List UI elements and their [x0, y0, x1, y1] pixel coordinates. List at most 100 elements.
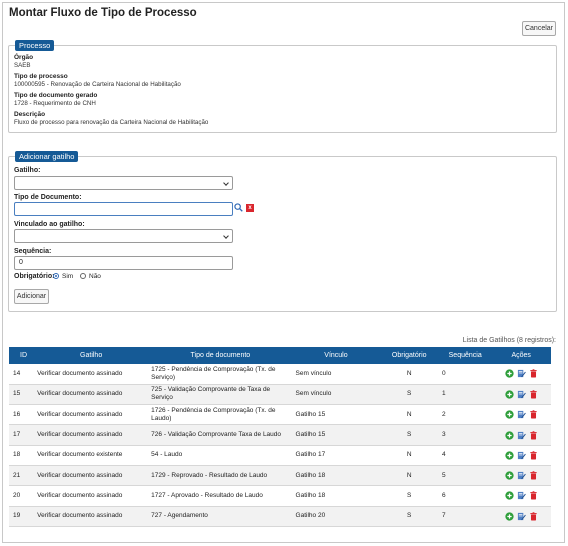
table-row: 14 Verificar documento assinado 1725 - Pen…: [9, 364, 551, 385]
cell-tipo-documento-code: 1729: [151, 471, 166, 479]
sequencia-input-value: 0: [19, 259, 23, 266]
cell-tipo-documento: 725 - Validação Comprovante de Taxa de S…: [148, 384, 293, 406]
edit-icon[interactable]: [517, 512, 526, 521]
cell-tipo-documento-code: 1727: [151, 491, 166, 499]
cell-sequencia: 5: [439, 465, 492, 487]
cell-id: 20: [9, 485, 35, 507]
plus-circle-icon[interactable]: [505, 410, 514, 419]
gatilho-select[interactable]: [14, 176, 233, 190]
cell-obrigatorio: S: [379, 424, 440, 446]
table-row: 17 Verificar documento assinado 726 - Vali…: [9, 424, 551, 446]
edit-icon[interactable]: [517, 431, 526, 440]
cell-tipo-documento: 1727 - Aprovado - Resultado de Laudo: [148, 485, 293, 507]
cell-obrigatorio: N: [379, 364, 440, 385]
table-row: 18 Verificar documento existente 54 - Laud…: [9, 445, 551, 466]
cell-obrigatorio: S: [379, 506, 440, 527]
cell-obrigatorio: S: [379, 485, 440, 507]
gatilho-label: Gatilho:: [14, 167, 41, 174]
sequencia-input[interactable]: 0: [14, 256, 233, 270]
page-title: Montar Fluxo de Tipo de Processo: [9, 7, 197, 19]
processo-panel: Processo Órgão SAEB Tipo de processo 100…: [8, 40, 557, 133]
table-caption: Lista de Gatilhos (8 registros):: [462, 337, 556, 344]
trash-icon[interactable]: [529, 430, 538, 440]
trash-icon[interactable]: [529, 471, 538, 480]
edit-icon[interactable]: [517, 390, 526, 399]
tipo-documento-input[interactable]: [14, 202, 233, 216]
cell-tipo-documento-code: 725: [151, 386, 163, 394]
obrigatorio-sim-label: Sim: [62, 273, 74, 280]
col-header-gatilho: Gatilho: [34, 347, 149, 364]
cell-tipo-documento-name: - Validação Comprovante de Taxa de Servi…: [151, 386, 271, 402]
trash-icon[interactable]: [529, 451, 538, 460]
table-header-row: ID Gatilho Tipo de documento Vínculo Obr…: [9, 347, 551, 364]
col-header-obrigatorio: Obrigatório: [379, 347, 440, 364]
plus-circle-icon[interactable]: [505, 471, 514, 480]
cell-vinculo: Gatilho 18: [292, 485, 380, 507]
cell-id: 17: [9, 424, 35, 446]
plus-circle-icon[interactable]: [505, 491, 514, 501]
table-row: 19 Verificar documento assinado 727 - Agen…: [9, 506, 551, 527]
cancel-button[interactable]: Cancelar: [522, 21, 556, 36]
cell-vinculo: Gatilho 18: [292, 465, 380, 487]
obrigatorio-nao-label: Não: [89, 273, 101, 280]
edit-icon[interactable]: [517, 369, 526, 378]
cell-id: 14: [9, 364, 35, 385]
plus-circle-icon[interactable]: [505, 451, 514, 460]
edit-icon[interactable]: [517, 491, 526, 500]
cell-id: 19: [9, 506, 35, 527]
cell-acoes: [491, 404, 551, 426]
cell-tipo-documento-name: - Pendência de Comprovação (Tx. de Servi…: [151, 365, 276, 381]
plus-circle-icon[interactable]: [505, 430, 514, 440]
cell-gatilho: Verificar documento assinado: [34, 506, 149, 527]
clear-icon[interactable]: x: [246, 204, 254, 212]
cell-tipo-documento: 1729 - Reprovado - Resultado de Laudo: [148, 465, 293, 487]
cell-sequencia: 3: [439, 424, 492, 446]
cell-gatilho: Verificar documento assinado: [34, 424, 149, 446]
cell-gatilho: Verificar documento assinado: [34, 384, 149, 406]
cell-gatilho: Verificar documento assinado: [34, 404, 149, 426]
cell-tipo-documento-code: 1725: [151, 365, 166, 373]
search-icon[interactable]: [234, 203, 243, 212]
trash-icon[interactable]: [529, 369, 538, 378]
orgao-value: SAEB: [14, 62, 31, 69]
cell-tipo-documento-code: 726: [151, 431, 163, 439]
cell-vinculo: Sem vínculo: [292, 364, 380, 385]
table-row: 16 Verificar documento assinado 1726 - Pen…: [9, 404, 551, 426]
edit-icon[interactable]: [517, 471, 526, 480]
cell-id: 15: [9, 384, 35, 406]
cell-tipo-documento-name: - Agendamento: [162, 512, 208, 520]
orgao-label: Órgão: [14, 54, 34, 61]
tipo-documento-gerado-value: 1728 - Requerimento de CNH: [14, 100, 96, 107]
trash-icon[interactable]: [529, 390, 538, 399]
tipo-documento-gerado-label: Tipo de documento gerado: [14, 92, 98, 99]
cell-tipo-documento-name: - Reprovado - Resultado de Laudo: [165, 471, 268, 479]
plus-circle-icon[interactable]: [505, 390, 514, 399]
cell-tipo-documento: 54 - Laudo: [148, 445, 293, 466]
cell-obrigatorio: N: [379, 404, 440, 426]
col-header-vinculo: Vínculo: [292, 347, 380, 364]
tipo-processo-value: 100000595 - Renovação de Carteira Nacion…: [14, 81, 181, 88]
adicionar-gatilho-legend: Adicionar gatilho: [15, 151, 79, 162]
cell-acoes: [491, 506, 551, 527]
obrigatorio-nao-radio[interactable]: [80, 273, 86, 279]
cell-acoes: [491, 364, 551, 385]
cell-obrigatorio: S: [379, 384, 440, 406]
plus-circle-icon[interactable]: [505, 369, 514, 379]
col-header-sequencia: Sequência: [439, 347, 492, 364]
trash-icon[interactable]: [529, 410, 538, 419]
cell-sequencia: 4: [439, 445, 492, 466]
obrigatorio-label: Obrigatório:: [14, 273, 55, 280]
edit-icon[interactable]: [517, 451, 526, 460]
cell-obrigatorio: N: [379, 445, 440, 466]
vinculado-select[interactable]: [14, 229, 233, 243]
plus-circle-icon[interactable]: [505, 512, 514, 521]
trash-icon[interactable]: [529, 511, 538, 521]
cell-acoes: [491, 485, 551, 507]
cell-tipo-documento-code: 727: [151, 512, 163, 520]
vinculado-label: Vinculado ao gatilho:: [14, 221, 85, 228]
adicionar-button[interactable]: Adicionar: [14, 289, 49, 304]
cell-id: 18: [9, 445, 35, 466]
trash-icon[interactable]: [529, 491, 538, 500]
obrigatorio-sim-radio[interactable]: [53, 273, 59, 279]
edit-icon[interactable]: [517, 410, 526, 419]
